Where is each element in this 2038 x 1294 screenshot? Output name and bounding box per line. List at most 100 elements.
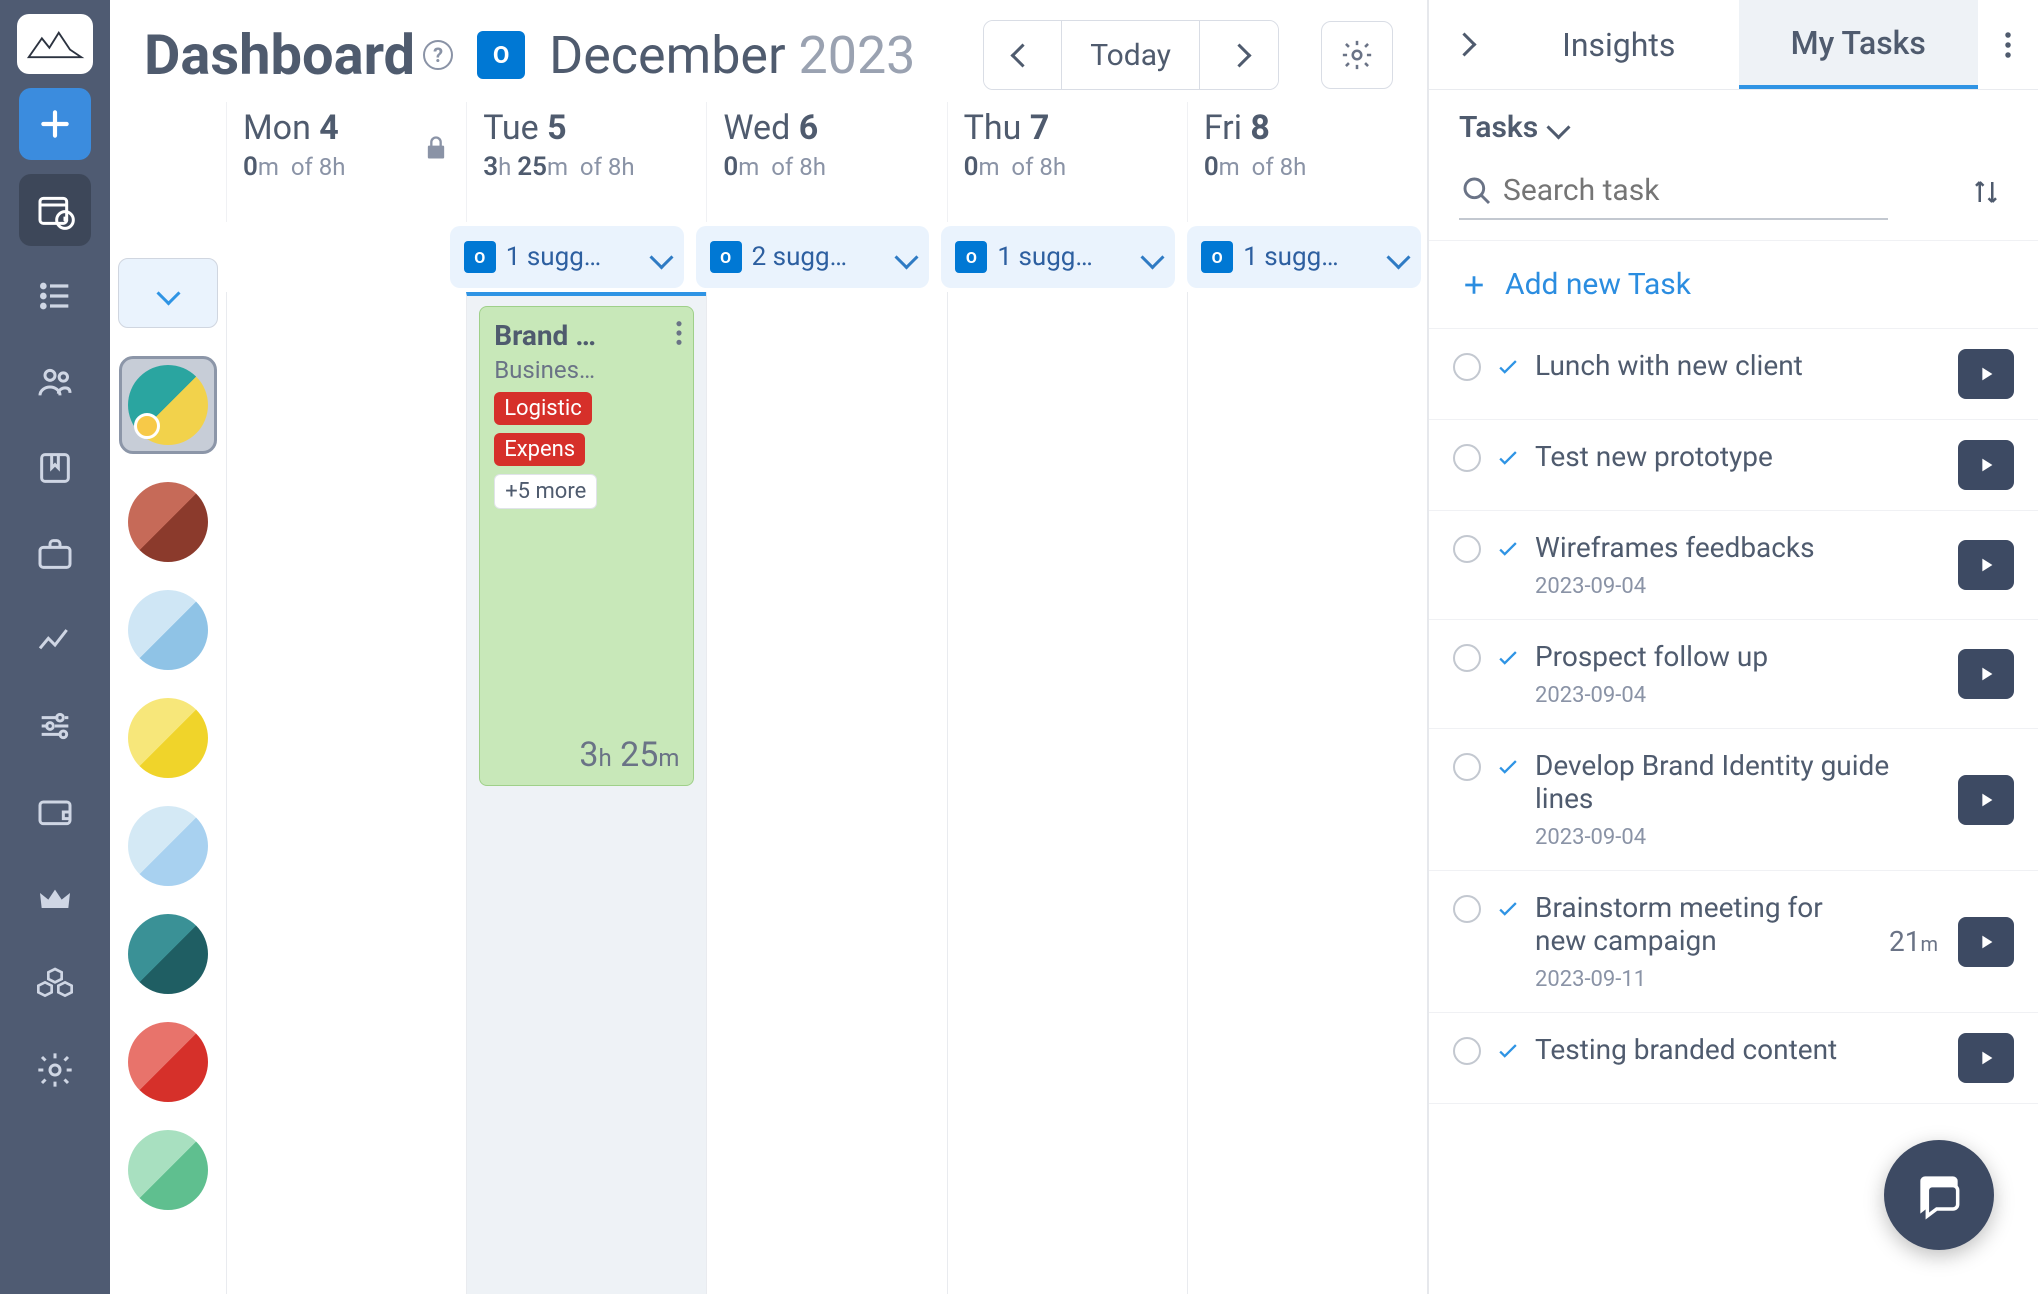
panel-collapse-button[interactable] (1429, 0, 1499, 89)
app-logo[interactable] (17, 14, 93, 74)
task-play-button[interactable] (1958, 440, 2014, 490)
team-swatch[interactable] (128, 1130, 208, 1210)
search-icon (1461, 175, 1493, 207)
sidebar-list-button[interactable] (19, 260, 91, 332)
check-icon (1495, 535, 1521, 561)
task-date: 2023-09-04 (1535, 574, 1944, 599)
task-play-button[interactable] (1958, 917, 2014, 967)
chevron-down-icon (1547, 115, 1571, 139)
event-title: Brand … (494, 319, 679, 352)
search-row (1429, 153, 2038, 241)
sidebar-calendar-button[interactable] (19, 174, 91, 246)
team-swatch[interactable] (128, 482, 208, 562)
task-play-button[interactable] (1958, 649, 2014, 699)
team-swatch[interactable] (128, 698, 208, 778)
suggestion-wed[interactable]: O2 sugg… (696, 226, 930, 288)
team-swatch[interactable] (128, 914, 208, 994)
task-checkbox[interactable] (1453, 1037, 1481, 1065)
calendar-col-thu[interactable] (947, 292, 1187, 1294)
task-row[interactable]: Test new prototype (1429, 420, 2038, 511)
outlook-icon: O (464, 241, 496, 273)
next-button[interactable] (1200, 21, 1278, 89)
event-more-tags[interactable]: +5 more (494, 474, 597, 509)
calendar-col-tue[interactable]: Brand … Busines… Logistic Expens +5 more… (466, 292, 706, 1294)
task-row[interactable]: Brainstorm meeting for new campaign 2023… (1429, 871, 2038, 1013)
team-swatch[interactable] (128, 1022, 208, 1102)
task-play-button[interactable] (1958, 1033, 2014, 1083)
today-button[interactable]: Today (1062, 21, 1200, 89)
avatar-collapse-button[interactable] (118, 258, 218, 328)
event-card[interactable]: Brand … Busines… Logistic Expens +5 more… (479, 306, 694, 786)
sidebar-add-button[interactable] (19, 88, 91, 160)
sort-button[interactable] (1964, 170, 2008, 214)
page-title: Dashboard ? (144, 22, 453, 88)
task-play-button[interactable] (1958, 775, 2014, 825)
day-header-thu[interactable]: Thu 7 0m of 8h (947, 102, 1187, 222)
sidebar-team-button[interactable] (19, 346, 91, 418)
plus-icon (1459, 270, 1489, 300)
day-header-mon[interactable]: Mon 4 0m of 8h (226, 102, 466, 222)
suggestions-row: O1 sugg… O2 sugg… O1 sugg… O1 sugg… (226, 222, 1427, 292)
side-panel: Insights My Tasks Tasks Add new Task Lun… (1428, 0, 2038, 1294)
task-title: Testing branded content (1535, 1033, 1944, 1066)
calendar-col-fri[interactable] (1187, 292, 1427, 1294)
task-row[interactable]: Testing branded content (1429, 1013, 2038, 1104)
sidebar-cubes-button[interactable] (19, 948, 91, 1020)
sidebar-crown-button[interactable] (19, 862, 91, 934)
day-header-wed[interactable]: Wed 6 0m of 8h (706, 102, 946, 222)
task-row[interactable]: Wireframes feedbacks 2023-09-04 (1429, 511, 2038, 620)
sidebar-settings-button[interactable] (19, 1034, 91, 1106)
task-checkbox[interactable] (1453, 535, 1481, 563)
task-checkbox[interactable] (1453, 353, 1481, 381)
event-subtitle: Busines… (494, 356, 679, 384)
sidebar-briefcase-button[interactable] (19, 518, 91, 590)
suggestion-tue[interactable]: O1 sugg… (450, 226, 684, 288)
panel-tabs: Insights My Tasks (1429, 0, 2038, 90)
event-duration: 3h 25m (579, 735, 679, 775)
day-header-fri[interactable]: Fri 8 0m of 8h (1187, 102, 1427, 222)
calendar-col-wed[interactable] (706, 292, 946, 1294)
task-row[interactable]: Develop Brand Identity guide lines 2023-… (1429, 729, 2038, 871)
chat-fab[interactable] (1884, 1140, 1994, 1250)
task-checkbox[interactable] (1453, 895, 1481, 923)
event-tag[interactable]: Expens (494, 433, 585, 466)
event-menu-icon[interactable] (675, 319, 683, 351)
search-input[interactable] (1459, 163, 1888, 220)
task-checkbox[interactable] (1453, 644, 1481, 672)
tab-my-tasks[interactable]: My Tasks (1739, 0, 1979, 89)
sidebar-wallet-button[interactable] (19, 776, 91, 848)
task-checkbox[interactable] (1453, 753, 1481, 781)
sidebar-sliders-button[interactable] (19, 690, 91, 762)
add-task-button[interactable]: Add new Task (1429, 241, 2038, 329)
event-tag[interactable]: Logistic (494, 392, 592, 425)
calendar-col-mon[interactable] (226, 292, 466, 1294)
suggestion-fri[interactable]: O1 sugg… (1187, 226, 1421, 288)
check-icon (1495, 1037, 1521, 1063)
outlook-icon[interactable]: O (477, 31, 525, 79)
team-swatch[interactable] (128, 806, 208, 886)
header: Dashboard ? O December 2023 Today (110, 0, 1427, 102)
filter-row[interactable]: Tasks (1429, 90, 2038, 153)
prev-button[interactable] (984, 21, 1062, 89)
avatar-selected[interactable] (119, 356, 217, 454)
task-play-button[interactable] (1958, 349, 2014, 399)
calendar-body: Brand … Busines… Logistic Expens +5 more… (226, 292, 1427, 1294)
filter-label: Tasks (1459, 110, 1538, 145)
sidebar-chart-button[interactable] (19, 604, 91, 676)
tab-insights[interactable]: Insights (1499, 0, 1739, 89)
task-row[interactable]: Prospect follow up 2023-09-04 (1429, 620, 2038, 729)
task-row[interactable]: Lunch with new client (1429, 329, 2038, 420)
panel-more-button[interactable] (1978, 0, 2038, 89)
help-icon[interactable]: ? (423, 40, 453, 70)
sidebar-bookmark-button[interactable] (19, 432, 91, 504)
team-swatch[interactable] (128, 590, 208, 670)
outlook-icon: O (710, 241, 742, 273)
task-checkbox[interactable] (1453, 444, 1481, 472)
settings-button[interactable] (1321, 21, 1393, 89)
task-play-button[interactable] (1958, 540, 2014, 590)
suggestion-thu[interactable]: O1 sugg… (941, 226, 1175, 288)
task-date: 2023-09-11 (1535, 967, 1875, 992)
task-date: 2023-09-04 (1535, 683, 1944, 708)
day-header-tue[interactable]: Tue 5 3h 25m of 8h (466, 102, 706, 222)
main: Dashboard ? O December 2023 Today (110, 0, 1428, 1294)
